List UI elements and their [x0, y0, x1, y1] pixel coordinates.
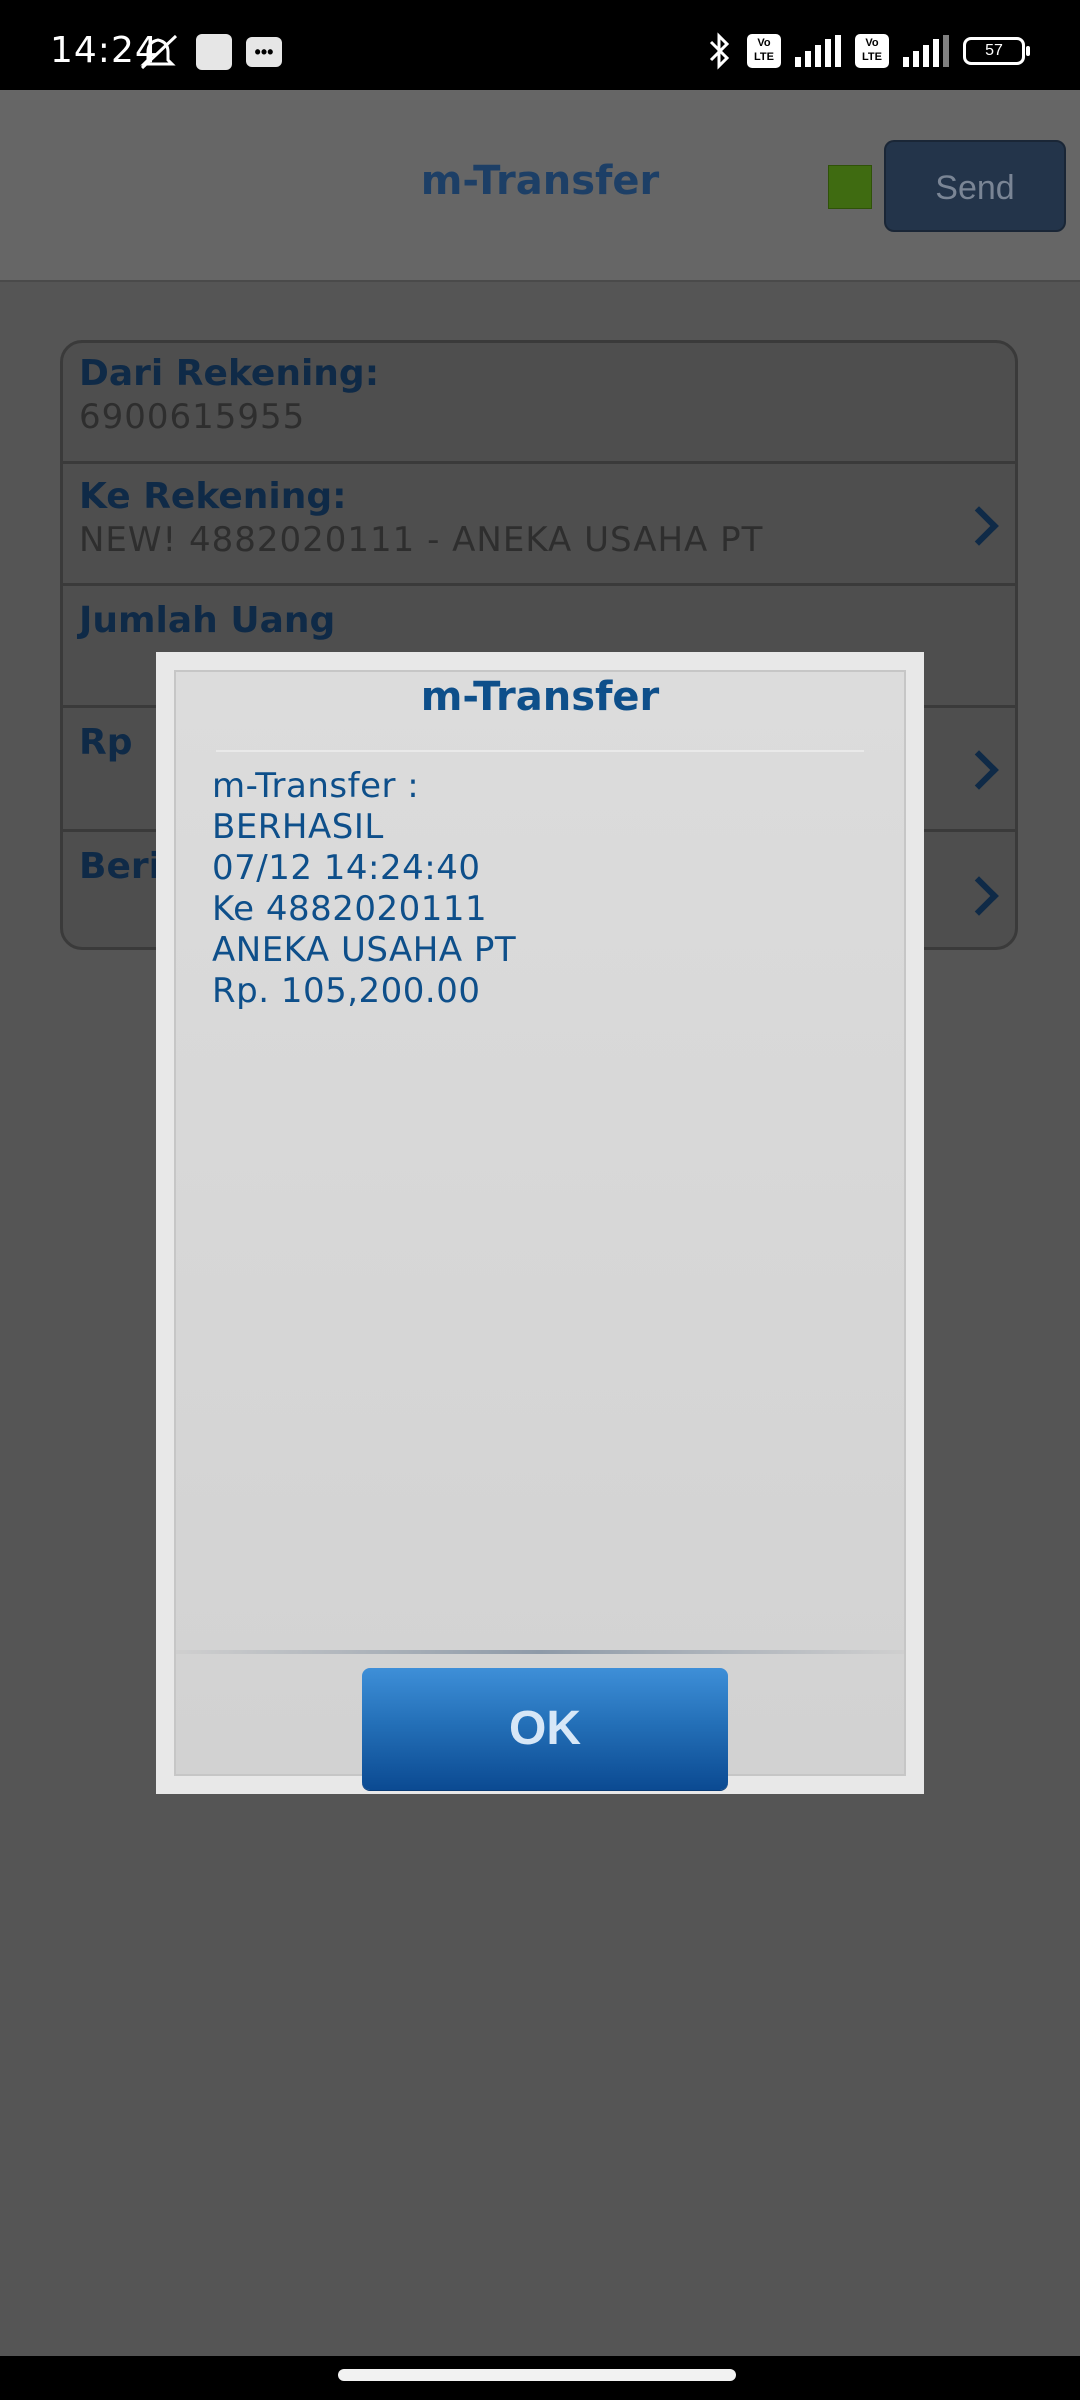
dialog-title: m-Transfer: [420, 674, 660, 720]
chevron-right-icon: [959, 506, 999, 546]
message-line: 07/12 14:24:40: [212, 848, 481, 888]
bluetooth-icon: [709, 32, 730, 70]
message-line: ANEKA USAHA PT: [212, 930, 517, 970]
message-line: Rp. 105,200.00: [212, 971, 481, 1011]
message-line: BERHASIL: [212, 807, 384, 847]
app-notification-icon: [196, 34, 232, 70]
dialog-panel: m-Transfer m-Transfer : BERHASIL 07/12 1…: [174, 670, 906, 1790]
status-left-icons: •••: [138, 34, 282, 70]
message-line: m-Transfer :: [212, 766, 420, 806]
ok-button[interactable]: OK: [362, 1668, 728, 1790]
connection-indicator: [828, 165, 872, 209]
result-dialog: m-Transfer m-Transfer : BERHASIL 07/12 1…: [156, 652, 924, 1794]
app-header: m-Transfer Send: [0, 90, 1080, 282]
chevron-right-icon: [959, 876, 999, 916]
send-button[interactable]: Send: [884, 140, 1066, 232]
to-account-label: Ke Rekening:: [79, 476, 347, 517]
from-account-value: 6900615955: [79, 397, 306, 437]
message-line: Ke 4882020111: [212, 889, 488, 929]
currency-label: Rp: [79, 722, 133, 763]
navigation-bar: [0, 2356, 1080, 2400]
message-icon: •••: [246, 37, 282, 67]
to-account-value: NEW! 4882020111 - ANEKA USAHA PT: [79, 520, 764, 560]
chevron-right-icon: [959, 750, 999, 790]
volte-icon-2: Vo LTE: [855, 34, 889, 68]
volte-icon: Vo LTE: [747, 34, 781, 68]
battery-icon: 57: [963, 37, 1030, 65]
muted-alarm-icon: [140, 34, 178, 70]
to-account-row[interactable]: Ke Rekening: NEW! 4882020111 - ANEKA USA…: [63, 464, 1015, 586]
home-gesture-handle[interactable]: [338, 2369, 736, 2381]
status-right-icons: Vo LTE Vo LTE 57: [707, 32, 1030, 70]
amount-label: Jumlah Uang: [79, 600, 336, 641]
from-account-label: Dari Rekening:: [79, 353, 380, 394]
from-account-row: Dari Rekening: 6900615955: [63, 343, 1015, 464]
dialog-divider: [176, 1650, 904, 1654]
dialog-message: m-Transfer : BERHASIL 07/12 14:24:40 Ke …: [212, 766, 516, 1012]
signal-icon-2: [903, 35, 949, 67]
dialog-title-divider: [216, 750, 864, 752]
signal-icon-1: [795, 35, 841, 67]
status-bar: 14:24 ••• Vo LTE Vo LTE 57: [0, 0, 1080, 90]
